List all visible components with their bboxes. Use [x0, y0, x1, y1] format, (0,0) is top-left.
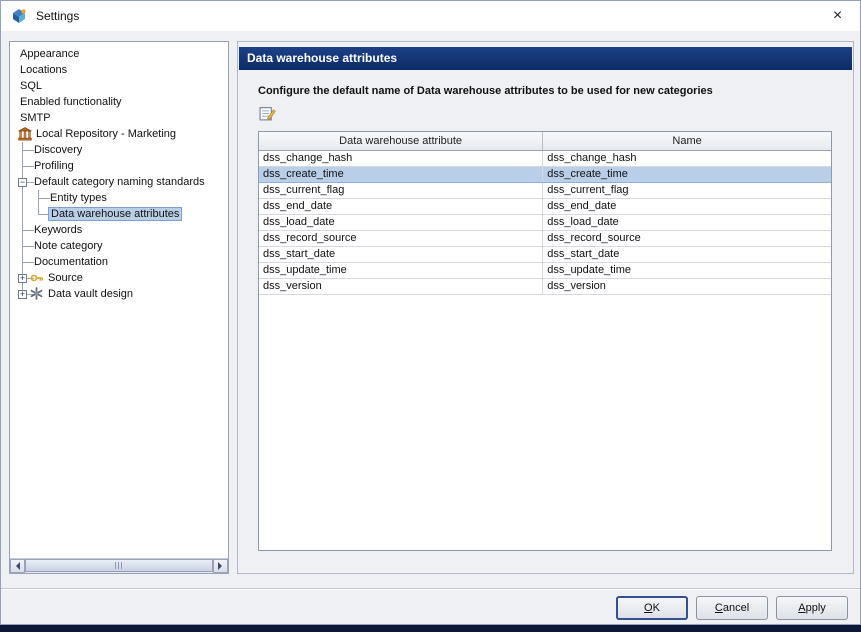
titlebar[interactable]: Settings × [1, 1, 860, 31]
arrow-right-icon [218, 562, 226, 570]
tree-item-source[interactable]: + Source [10, 270, 228, 286]
key-icon [30, 271, 44, 285]
table-row[interactable]: dss_version dss_version [259, 278, 831, 295]
table-row[interactable]: dss_end_date dss_end_date [259, 198, 831, 215]
scroll-right-button[interactable] [213, 559, 228, 573]
tree-item-enabled-functionality[interactable]: Enabled functionality [10, 94, 228, 110]
cell-name[interactable]: dss_update_time [542, 262, 831, 279]
vault-icon [30, 287, 44, 301]
tree-horizontal-scrollbar[interactable] [10, 558, 228, 573]
tree-item-label[interactable]: Appearance [18, 47, 81, 61]
collapse-icon[interactable]: − [18, 178, 27, 187]
tree-item-label[interactable]: Data warehouse attributes [48, 207, 183, 221]
scroll-left-button[interactable] [10, 559, 25, 573]
tree-item-label[interactable]: Keywords [32, 223, 84, 237]
expand-icon[interactable]: + [18, 290, 27, 299]
cancel-button[interactable]: Cancel [696, 596, 768, 620]
tree-item-documentation[interactable]: Documentation [10, 254, 228, 270]
cell-name[interactable]: dss_start_date [542, 246, 831, 263]
expand-icon[interactable]: + [18, 274, 27, 283]
tree-item-data-vault-design[interactable]: + Data vault design [10, 286, 228, 302]
tree-item-label[interactable]: SMTP [18, 111, 53, 125]
scrollbar-thumb[interactable] [25, 559, 213, 572]
tree-item-label[interactable]: Profiling [32, 159, 76, 173]
cell-name[interactable]: dss_load_date [542, 214, 831, 231]
settings-tree: Appearance Locations SQL Enabled functional… [10, 42, 228, 558]
tree-item-discovery[interactable]: Discovery [10, 142, 228, 158]
arrow-left-icon [12, 562, 20, 570]
table-header-row: Data warehouse attribute Name [259, 132, 831, 151]
tree-item-label[interactable]: Entity types [48, 191, 109, 205]
tree-item-label[interactable]: Enabled functionality [18, 95, 124, 109]
ok-button[interactable]: OK [616, 596, 688, 620]
scrollbar-track[interactable] [25, 559, 213, 573]
table-row[interactable]: dss_change_hash dss_change_hash [259, 150, 831, 167]
cell-attribute[interactable]: dss_end_date [259, 198, 544, 215]
tree-item-locations[interactable]: Locations [10, 62, 228, 78]
tree-item-label[interactable]: SQL [18, 79, 44, 93]
apply-button[interactable]: Apply [776, 596, 848, 620]
cell-attribute[interactable]: dss_version [259, 278, 544, 295]
close-icon[interactable]: × [815, 1, 860, 31]
cell-name[interactable]: dss_end_date [542, 198, 831, 215]
cell-name[interactable]: dss_create_time [542, 165, 831, 183]
cell-name[interactable]: dss_record_source [542, 230, 831, 247]
tree-item-keywords[interactable]: Keywords [10, 222, 228, 238]
tree-item-label[interactable]: Note category [32, 239, 104, 253]
settings-tree-panel: Appearance Locations SQL Enabled functional… [9, 41, 229, 574]
tree-item-label[interactable]: Locations [18, 63, 69, 77]
tree-item-sql[interactable]: SQL [10, 78, 228, 94]
tree-item-label[interactable]: Discovery [32, 143, 84, 157]
table-row[interactable]: dss_start_date dss_start_date [259, 246, 831, 263]
tree-item-data-warehouse-attributes[interactable]: Data warehouse attributes [10, 206, 228, 222]
tree-item-label[interactable]: Documentation [32, 255, 110, 269]
scrollbar-grip-icon [114, 562, 124, 569]
table-row[interactable]: dss_load_date dss_load_date [259, 214, 831, 231]
column-header-attribute[interactable]: Data warehouse attribute [259, 132, 544, 151]
panel-description: Configure the default name of Data wareh… [258, 85, 713, 97]
settings-app-icon [10, 8, 28, 24]
cell-attribute[interactable]: dss_start_date [259, 246, 544, 263]
tree-item-appearance[interactable]: Appearance [10, 46, 228, 62]
table-row[interactable]: dss_record_source dss_record_source [259, 230, 831, 247]
tree-item-entity-types[interactable]: Entity types [10, 190, 228, 206]
desktop-taskbar-strip [0, 625, 861, 632]
cell-attribute[interactable]: dss_update_time [259, 262, 544, 279]
tree-item-default-category-naming-standards[interactable]: − Default category naming standards [10, 174, 228, 190]
attributes-table-scrollpane: Data warehouse attribute Name dss_change_… [258, 131, 832, 551]
cell-name[interactable]: dss_version [542, 278, 831, 295]
tree-item-label[interactable]: Source [46, 271, 85, 285]
repository-icon [18, 127, 32, 141]
table-row[interactable]: dss_current_flag dss_current_flag [259, 182, 831, 199]
cell-attribute[interactable]: dss_create_time [259, 165, 544, 183]
tree-item-local-repository-marketing[interactable]: Local Repository - Marketing [10, 126, 228, 142]
cell-name[interactable]: dss_change_hash [542, 150, 831, 167]
tree-item-note-category[interactable]: Note category [10, 238, 228, 254]
tree-item-label[interactable]: Local Repository - Marketing [34, 127, 178, 141]
cell-attribute[interactable]: dss_change_hash [259, 150, 544, 167]
cell-name[interactable]: dss_current_flag [542, 182, 831, 199]
tree-item-label[interactable]: Default category naming standards [32, 175, 207, 189]
button-bar: OK Cancel Apply [616, 596, 848, 620]
cell-attribute[interactable]: dss_load_date [259, 214, 544, 231]
cell-attribute[interactable]: dss_current_flag [259, 182, 544, 199]
settings-dialog: Settings × Appearance Locations SQL Enabled… [0, 0, 861, 625]
dialog-content: Appearance Locations SQL Enabled functional… [1, 31, 860, 624]
tree-item-profiling[interactable]: Profiling [10, 158, 228, 174]
window-title: Settings [36, 9, 80, 23]
cell-attribute[interactable]: dss_record_source [259, 230, 544, 247]
edit-table-icon[interactable] [256, 103, 278, 123]
tree-item-smtp[interactable]: SMTP [10, 110, 228, 126]
panel-title: Data warehouse attributes [239, 47, 852, 70]
table-body: dss_change_hash dss_change_hash dss_create… [259, 150, 831, 295]
detail-panel: Data warehouse attributes Configure the … [237, 41, 854, 574]
button-bar-separator [1, 588, 860, 590]
attributes-table: Data warehouse attribute Name dss_change_… [259, 132, 831, 295]
table-row[interactable]: dss_update_time dss_update_time [259, 262, 831, 279]
tree-item-label[interactable]: Data vault design [46, 287, 135, 301]
column-header-name[interactable]: Name [542, 132, 831, 151]
table-row[interactable]: dss_create_time dss_create_time [259, 165, 831, 183]
